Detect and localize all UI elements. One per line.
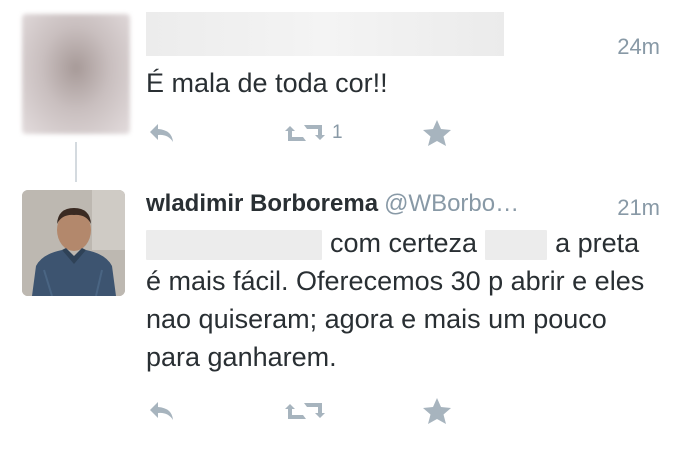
reply-icon bbox=[146, 120, 176, 146]
reply-button[interactable] bbox=[146, 118, 176, 148]
retweet-button[interactable]: 1 bbox=[284, 118, 343, 148]
redacted-author-name bbox=[146, 12, 504, 56]
retweet-icon bbox=[284, 398, 326, 424]
tweet-timestamp[interactable]: 24m bbox=[617, 34, 660, 60]
retweet-button[interactable] bbox=[284, 396, 326, 426]
tweet-header: wladimir Borborema @WBorbo… bbox=[146, 190, 519, 218]
author-handle[interactable]: @WBorbo… bbox=[384, 190, 519, 217]
favorite-icon bbox=[422, 119, 452, 147]
tweet-text: com certeza a preta é mais fácil. Oferece… bbox=[146, 224, 646, 376]
tweet-actions: 1 bbox=[146, 118, 466, 148]
favorite-button[interactable] bbox=[422, 396, 452, 426]
retweet-icon bbox=[284, 120, 326, 146]
reply-icon bbox=[146, 398, 176, 424]
tweet-card[interactable]: wladimir Borborema @WBorbo… 21m com certe… bbox=[0, 170, 690, 454]
retweet-count: 1 bbox=[332, 122, 343, 143]
avatar[interactable] bbox=[22, 190, 125, 296]
redacted-mention bbox=[146, 229, 322, 260]
avatar-blurred[interactable] bbox=[22, 14, 130, 134]
author-display-name[interactable]: wladimir Borborema bbox=[146, 190, 378, 217]
tweet-text-segment: a bbox=[555, 228, 571, 258]
tweet-timestamp[interactable]: 21m bbox=[617, 195, 660, 221]
tweet-card[interactable]: 24m É mala de toda cor!! 1 bbox=[0, 0, 690, 182]
tweet-text: É mala de toda cor!! bbox=[146, 68, 388, 98]
reply-button[interactable] bbox=[146, 396, 176, 426]
favorite-button[interactable] bbox=[422, 118, 452, 148]
tweet-actions bbox=[146, 396, 466, 426]
redacted-word bbox=[485, 229, 548, 260]
avatar-photo-image bbox=[22, 190, 125, 296]
favorite-icon bbox=[422, 397, 452, 425]
tweet-text-segment: com certeza bbox=[330, 228, 478, 258]
